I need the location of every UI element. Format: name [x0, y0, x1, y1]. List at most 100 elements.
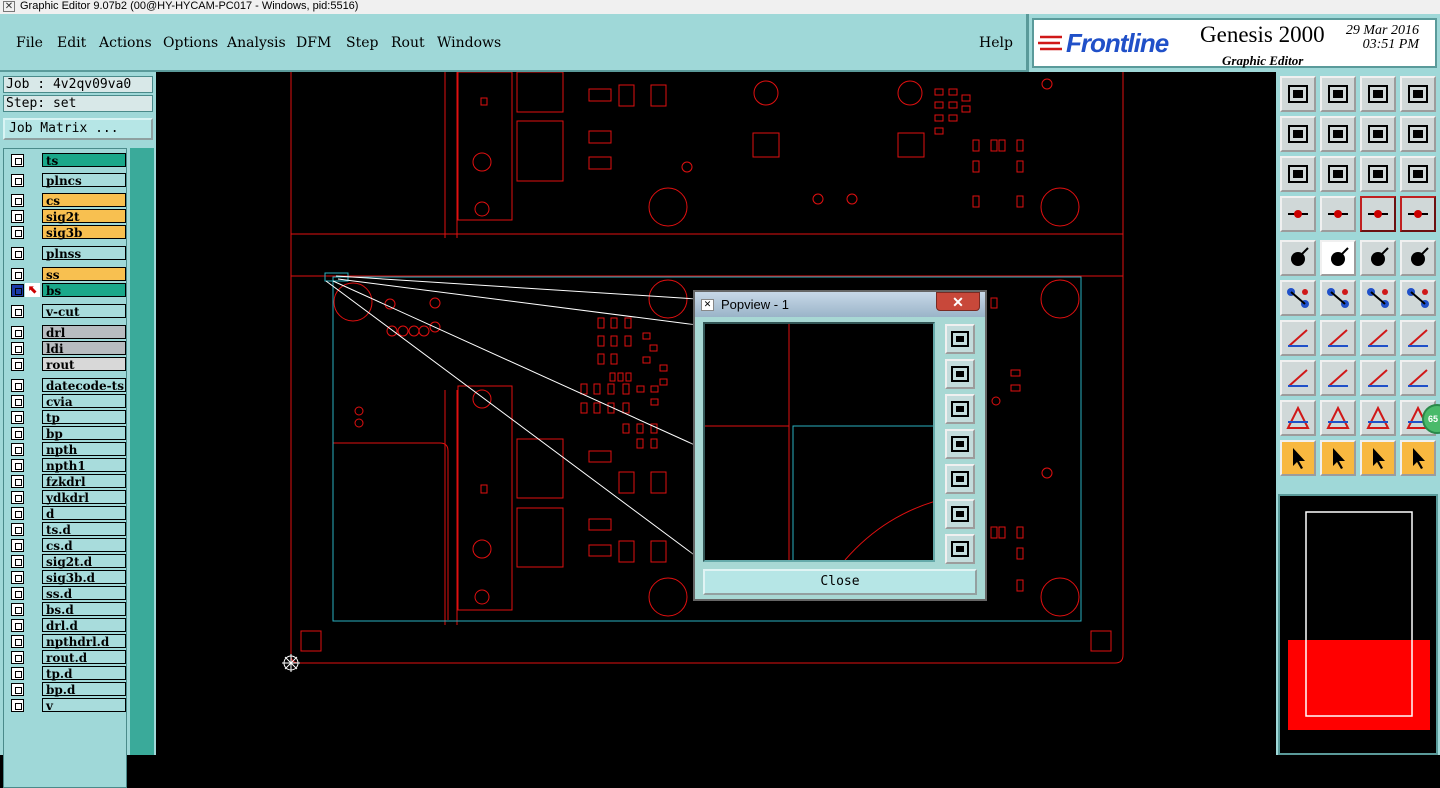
layer-name[interactable]: sig2t — [42, 209, 126, 224]
popview-close-icon[interactable]: ✕ — [936, 292, 980, 311]
layer-checkbox[interactable] — [11, 174, 24, 187]
angle-icon[interactable] — [1280, 320, 1316, 356]
dimension-icon[interactable] — [1360, 360, 1396, 396]
layer-row-bp[interactable]: bp — [8, 426, 126, 441]
layer-row-npth[interactable]: npth — [8, 442, 126, 457]
layer-name[interactable]: npth — [42, 442, 126, 457]
layer-name[interactable]: drl.d — [42, 618, 126, 633]
layer-row-rout.d[interactable]: rout.d — [8, 650, 126, 665]
layer-row-v-cut[interactable]: v-cut — [8, 304, 126, 319]
layer-row-tp[interactable]: tp — [8, 410, 126, 425]
layer-row-sig2t.d[interactable]: sig2t.d — [8, 554, 126, 569]
layer-row-sig3b.d[interactable]: sig3b.d — [8, 570, 126, 585]
layer-checkbox[interactable] — [11, 284, 24, 297]
layer-name[interactable]: plnss — [42, 246, 126, 261]
delete-point-icon[interactable] — [1320, 280, 1356, 316]
layer-checkbox[interactable] — [11, 268, 24, 281]
layer-name[interactable]: cs.d — [42, 538, 126, 553]
layer-row-bp.d[interactable]: bp.d — [8, 682, 126, 697]
layer-checkbox[interactable] — [11, 379, 24, 392]
layer-row-ts[interactable]: ts — [8, 153, 126, 168]
layer-checkbox[interactable] — [11, 683, 24, 696]
pan-down-icon[interactable] — [1320, 76, 1356, 112]
layer-checkbox[interactable] — [11, 154, 24, 167]
select-line-icon[interactable] — [1320, 240, 1356, 276]
pv-zoom-out-icon[interactable] — [945, 534, 975, 564]
layer-checkbox[interactable] — [11, 667, 24, 680]
layer-name[interactable]: bs.d — [42, 602, 126, 617]
menu-edit[interactable]: Edit — [57, 35, 86, 51]
zoom-out-icon[interactable] — [1320, 156, 1356, 192]
menu-file[interactable]: File — [16, 35, 43, 51]
layer-checkbox[interactable] — [11, 571, 24, 584]
popview-canvas[interactable] — [703, 322, 944, 562]
snap-pad-icon[interactable] — [1280, 360, 1316, 396]
layer-checkbox[interactable] — [11, 635, 24, 648]
layer-name[interactable]: bp — [42, 426, 126, 441]
layer-name[interactable]: v — [42, 698, 126, 713]
layer-name[interactable]: npthdrl.d — [42, 634, 126, 649]
layer-checkbox[interactable] — [11, 210, 24, 223]
select-pad-icon[interactable] — [1400, 240, 1436, 276]
copy-icon[interactable] — [1400, 360, 1436, 396]
layer-checkbox[interactable] — [11, 194, 24, 207]
layer-name[interactable]: sig3b — [42, 225, 126, 240]
layer-row-cs.d[interactable]: cs.d — [8, 538, 126, 553]
zoom-in-icon[interactable] — [1280, 156, 1316, 192]
line-segment-icon[interactable] — [1320, 360, 1356, 396]
menu-dfm[interactable]: DFM — [296, 35, 331, 51]
layer-checkbox[interactable] — [11, 459, 24, 472]
layer-name[interactable]: tp — [42, 410, 126, 425]
layer-row-d[interactable]: d — [8, 506, 126, 521]
triangle-2-icon[interactable] — [1320, 400, 1356, 436]
undo-zoom-icon[interactable] — [1360, 116, 1396, 152]
ruler-icon[interactable] — [1360, 240, 1396, 276]
layer-row-cs[interactable]: cs — [8, 193, 126, 208]
layer-checkbox[interactable] — [11, 326, 24, 339]
layer-name[interactable]: tp.d — [42, 666, 126, 681]
pv-zoom-box-icon[interactable] — [945, 324, 975, 354]
layer-row-drl.d[interactable]: drl.d — [8, 618, 126, 633]
layer-checkbox[interactable] — [11, 523, 24, 536]
layer-row-plncs[interactable]: plncs — [8, 173, 126, 188]
layer-name[interactable]: ss — [42, 267, 126, 282]
layer-row-datecode-ts[interactable]: datecode-ts — [8, 378, 126, 393]
layer-checkbox[interactable] — [11, 395, 24, 408]
layer-checkbox[interactable] — [11, 699, 24, 712]
layer-name[interactable]: sig3b.d — [42, 570, 126, 585]
layer-checkbox[interactable] — [11, 555, 24, 568]
pv-pan-up-icon[interactable] — [945, 359, 975, 389]
move-point-icon[interactable] — [1360, 280, 1396, 316]
pv-pan-left-icon[interactable] — [945, 429, 975, 459]
triangle-3-icon[interactable] — [1360, 400, 1396, 436]
layer-row-rout[interactable]: rout — [8, 357, 126, 372]
job-matrix-button[interactable]: Job Matrix ... — [3, 118, 153, 140]
layer-checkbox[interactable] — [11, 619, 24, 632]
layer-name[interactable]: datecode-ts — [42, 378, 126, 393]
layer-row-ldi[interactable]: ldi — [8, 341, 126, 356]
layer-checkbox[interactable] — [11, 411, 24, 424]
layer-name[interactable]: plncs — [42, 173, 126, 188]
layer-name[interactable]: drl — [42, 325, 126, 340]
layer-row-cvia[interactable]: cvia — [8, 394, 126, 409]
layer-checkbox[interactable] — [11, 603, 24, 616]
redraw-icon[interactable] — [1400, 116, 1436, 152]
layer-row-sig2t[interactable]: sig2t — [8, 209, 126, 224]
layer-name[interactable]: v-cut — [42, 304, 126, 319]
layer-name[interactable]: cs — [42, 193, 126, 208]
layer-row-npth1[interactable]: npth1 — [8, 458, 126, 473]
pv-pan-down-icon[interactable] — [945, 394, 975, 424]
pv-pan-right-icon[interactable] — [945, 464, 975, 494]
layer-row-bs.d[interactable]: bs.d — [8, 602, 126, 617]
pointer-icon[interactable] — [1280, 440, 1316, 476]
layer-row-ydkdrl[interactable]: ydkdrl — [8, 490, 126, 505]
layer-scrollbar[interactable] — [130, 148, 154, 755]
layer-checkbox[interactable] — [11, 358, 24, 371]
pv-zoom-in-icon[interactable] — [945, 499, 975, 529]
menu-help[interactable]: Help — [979, 35, 1013, 51]
line-icon[interactable] — [1320, 320, 1356, 356]
layer-checkbox[interactable] — [11, 443, 24, 456]
overview-panel[interactable] — [1278, 494, 1438, 755]
layer-name[interactable]: ss.d — [42, 586, 126, 601]
menu-actions[interactable]: Actions — [99, 35, 152, 51]
